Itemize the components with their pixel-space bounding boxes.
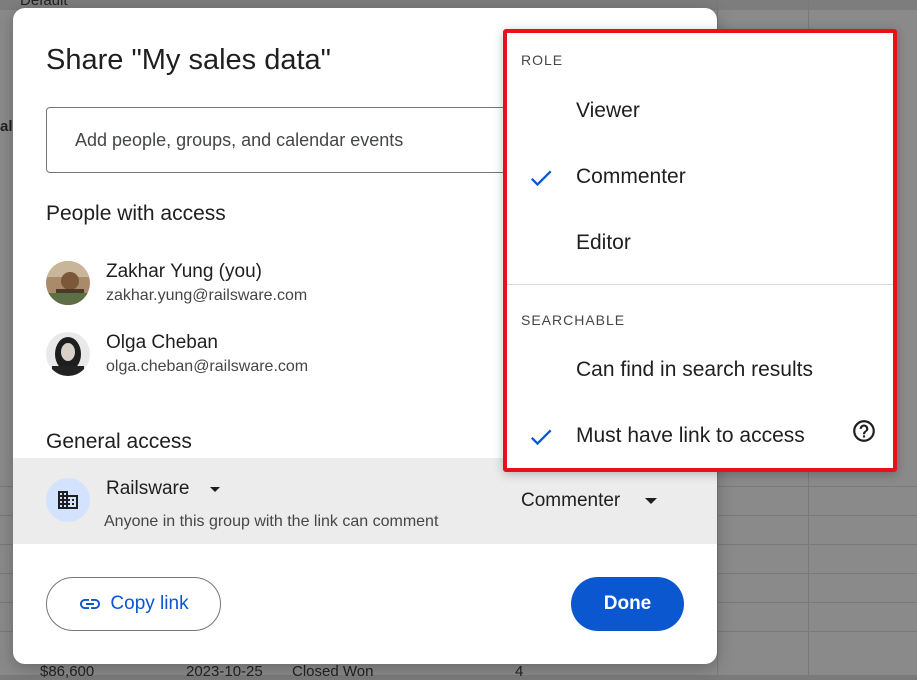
building-icon — [46, 478, 90, 522]
menu-divider — [507, 284, 893, 285]
copy-link-label: Copy link — [110, 593, 189, 614]
access-description: Anyone in this group with the link can c… — [104, 513, 439, 530]
menu-item-label: Editor — [576, 231, 631, 254]
cell-date: 2023-10-25 — [186, 663, 263, 680]
person-name: Olga Cheban — [106, 332, 218, 353]
cell-amount: $86,600 — [40, 663, 95, 680]
role-menu: ROLE Viewer Commenter Editor SEARCHABLE … — [503, 29, 897, 472]
cell-count: 4 — [515, 663, 524, 680]
access-group-select[interactable]: Railsware — [106, 478, 189, 500]
menu-item-label: Must have link to access — [576, 424, 805, 447]
avatar — [46, 332, 90, 376]
link-icon — [80, 599, 101, 609]
check-icon — [530, 170, 552, 187]
chevron-down-icon[interactable] — [645, 498, 657, 504]
menu-item-label: Can find in search results — [576, 358, 813, 381]
searchable-section-heading: SEARCHABLE — [521, 312, 626, 328]
done-button[interactable]: Done — [571, 577, 684, 631]
copy-link-button[interactable]: Copy link — [46, 577, 221, 631]
dialog-title: Share "My sales data" — [46, 44, 331, 76]
menu-item-editor[interactable]: Editor — [507, 213, 893, 273]
role-select[interactable]: Commenter — [521, 490, 620, 512]
people-with-access-heading: People with access — [46, 202, 226, 225]
person-name: Zakhar Yung (you) — [106, 261, 262, 282]
menu-item-commenter[interactable]: Commenter — [507, 147, 893, 207]
cell-stage: Closed Won — [292, 663, 374, 680]
menu-item-label: Commenter — [576, 165, 686, 188]
chevron-down-icon[interactable] — [210, 487, 220, 492]
avatar — [46, 261, 90, 305]
help-icon[interactable] — [851, 418, 877, 444]
role-section-heading: ROLE — [521, 52, 564, 68]
menu-item-viewer[interactable]: Viewer — [507, 81, 893, 141]
menu-item-findable[interactable]: Can find in search results — [507, 340, 893, 400]
check-icon — [530, 429, 552, 446]
person-email: zakhar.yung@railsware.com — [106, 287, 308, 304]
general-access-heading: General access — [46, 430, 192, 453]
menu-item-link-required[interactable]: Must have link to access — [507, 406, 893, 466]
column-header-fragment: al — [0, 118, 13, 135]
menu-item-label: Viewer — [576, 99, 640, 122]
person-email: olga.cheban@railsware.com — [106, 358, 309, 375]
